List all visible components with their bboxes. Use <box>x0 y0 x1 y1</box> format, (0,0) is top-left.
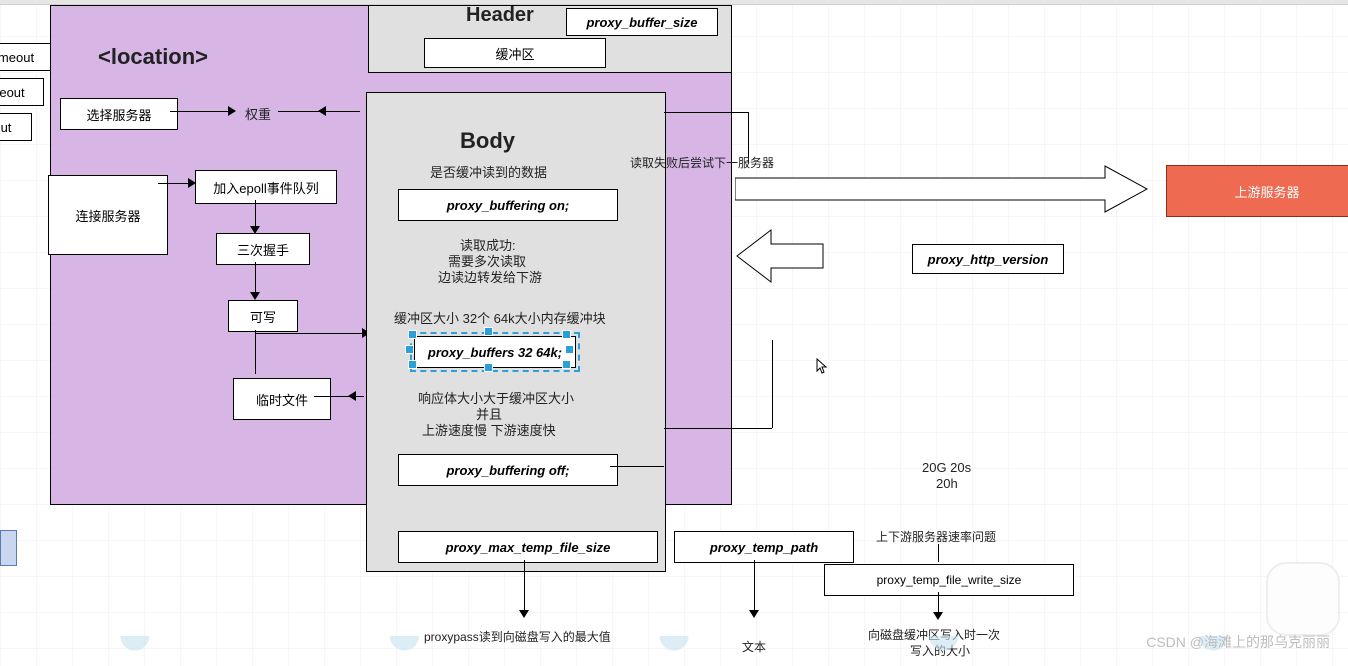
read-ok-3: 边读边转发给下游 <box>438 267 542 286</box>
bluebit <box>0 530 17 566</box>
body-title: Body <box>460 128 515 154</box>
edge-box-2: eout <box>0 78 44 106</box>
stats2: 20h <box>936 476 958 491</box>
connect-server-box[interactable]: 连接服务器 <box>48 175 168 255</box>
rate-issue-label: 上下游服务器速率问题 <box>876 528 996 545</box>
sel-handle-n[interactable] <box>484 327 493 336</box>
select-server-box[interactable]: 选择服务器 <box>60 98 178 130</box>
weight-label: 权重 <box>245 104 271 123</box>
location-title: <location> <box>98 44 208 70</box>
max-temp-file-size-box[interactable]: proxy_max_temp_file_size <box>398 531 658 563</box>
edge-box-1: meout <box>0 43 52 71</box>
epoll-box[interactable]: 加入epoll事件队列 <box>195 170 337 204</box>
resp3: 上游速度慢 下游速度快 <box>422 420 556 439</box>
sel-handle-sw[interactable] <box>408 360 417 369</box>
diagram-canvas[interactable]: meout eout ut <location> 选择服务器 权重 连接服务器 … <box>0 0 1348 666</box>
mouse-cursor-icon <box>816 358 826 372</box>
big-arrow-left <box>735 228 825 284</box>
header-title: Header <box>466 4 534 27</box>
sel-handle-w[interactable] <box>405 345 414 354</box>
sel-handle-se[interactable] <box>562 360 571 369</box>
buffer-box[interactable]: 缓冲区 <box>424 38 606 68</box>
writable-box[interactable]: 可写 <box>228 300 298 332</box>
sel-handle-nw[interactable] <box>408 330 417 339</box>
write-size-box[interactable]: proxy_temp_file_write_size <box>824 564 1074 596</box>
edge-box-3: ut <box>0 113 32 141</box>
proxy-buffers-box[interactable]: proxy_buffers 32 64k; <box>414 336 576 368</box>
stats1: 20G 20s <box>922 460 971 475</box>
sel-handle-s[interactable] <box>484 363 493 372</box>
buf-desc: 缓冲区大小 32个 64k大小内存缓冲块 <box>394 308 606 327</box>
corner-blob <box>1266 562 1340 636</box>
sel-handle-ne[interactable] <box>562 330 571 339</box>
buffering-off-box[interactable]: proxy_buffering off; <box>398 454 618 486</box>
temp-path-box[interactable]: proxy_temp_path <box>674 531 854 563</box>
handshake-box[interactable]: 三次握手 <box>216 233 310 265</box>
watermark: CSDN @海滩上的那乌克丽丽 <box>1146 632 1330 652</box>
tempfile-box[interactable]: 临时文件 <box>233 378 331 420</box>
http-version-box[interactable]: proxy_http_version <box>912 244 1064 274</box>
sel-handle-e[interactable] <box>565 345 574 354</box>
body-is-buffer: 是否缓冲读到的数据 <box>430 162 547 181</box>
buffering-on-box[interactable]: proxy_buffering on; <box>398 189 618 221</box>
big-arrow-right <box>735 164 1150 214</box>
proxy-buffer-size-box[interactable]: proxy_buffer_size <box>566 8 718 36</box>
upstream-server-box[interactable]: 上游服务器 <box>1166 165 1348 217</box>
